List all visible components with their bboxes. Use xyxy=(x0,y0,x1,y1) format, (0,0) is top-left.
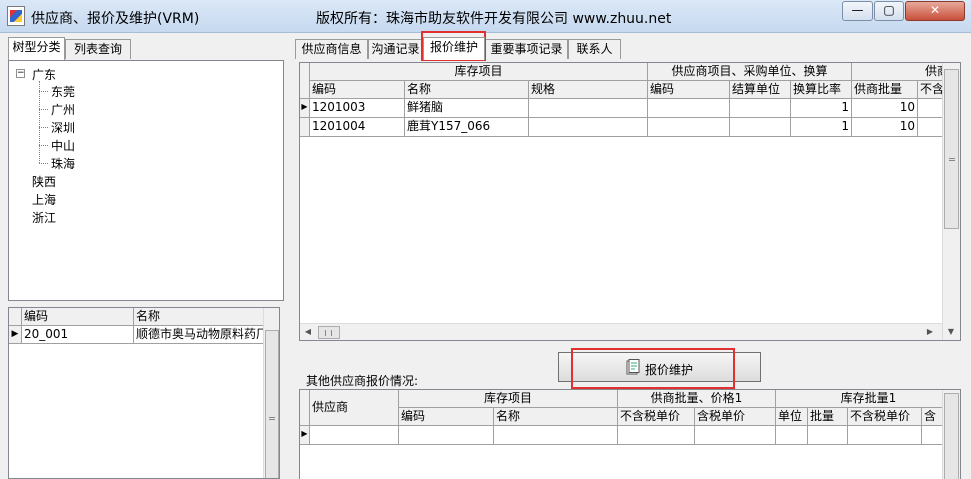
tree-node-zhuhai[interactable]: 珠海 xyxy=(51,155,75,172)
tab-contacts[interactable]: 联系人 xyxy=(568,39,621,59)
table-row-cell[interactable] xyxy=(848,426,922,445)
scroll-thumb[interactable] xyxy=(944,393,959,479)
column-header[interactable]: 名称 xyxy=(134,308,264,326)
table-row-cell[interactable] xyxy=(310,426,399,445)
table-row-cell[interactable] xyxy=(730,99,791,118)
table-row-cell[interactable] xyxy=(730,118,791,137)
column-header[interactable]: 名称 xyxy=(405,81,529,99)
scroll-thumb[interactable] xyxy=(318,326,340,339)
tree-node-zhongshan[interactable]: 中山 xyxy=(51,137,75,154)
tree-node-guangzhou[interactable]: 广州 xyxy=(51,101,75,118)
table-row-cell[interactable] xyxy=(529,118,648,137)
close-button[interactable]: ✕ xyxy=(905,1,965,21)
group-header: 库存批量1 xyxy=(776,390,960,408)
table-row-cell[interactable]: 10 xyxy=(852,118,918,137)
scroll-right-icon[interactable]: ▶ xyxy=(922,324,938,340)
table-row-cell[interactable]: 10 xyxy=(852,99,918,118)
table-row-cell[interactable] xyxy=(695,426,776,445)
title-bar: 供应商、报价及维护(VRM) 版权所有：珠海市助友软件开发有限公司 www.zh… xyxy=(0,0,971,33)
table-row-cell[interactable] xyxy=(648,118,730,137)
app-logo-icon xyxy=(7,6,25,26)
column-header[interactable]: 规格 xyxy=(529,81,648,99)
other-grid-vscrollbar[interactable] xyxy=(942,390,960,479)
other-suppliers-label: 其他供应商报价情况: xyxy=(306,374,419,388)
quote-grid-hscrollbar[interactable]: ◀ ▶ xyxy=(300,323,942,340)
tree-node-zhejiang[interactable]: 浙江 xyxy=(32,209,56,226)
scroll-left-icon[interactable]: ◀ xyxy=(300,324,316,340)
column-header[interactable]: 供应商 xyxy=(310,390,399,426)
group-header: 库存项目 xyxy=(399,390,618,408)
tab-tree-category[interactable]: 树型分类 xyxy=(8,37,65,60)
tree-node-shenzhen[interactable]: 深圳 xyxy=(51,119,75,136)
row-pointer-icon: ▶ xyxy=(9,326,22,344)
table-row-cell[interactable] xyxy=(618,426,695,445)
table-row-cell[interactable]: 1201004 xyxy=(310,118,405,137)
supplier-list-scrollbar[interactable] xyxy=(263,308,279,478)
other-suppliers-grid: 供应商 库存项目 供商批量、价格1 库存批量1 编码 名称 不含税单价 含税单价… xyxy=(299,389,961,479)
table-row-cell[interactable] xyxy=(808,426,848,445)
left-tabstrip: 树型分类 列表查询 xyxy=(8,37,288,60)
table-row-cell[interactable] xyxy=(494,426,618,445)
tab-supplier-info[interactable]: 供应商信息 xyxy=(295,39,368,59)
column-header[interactable]: 供商批量 xyxy=(852,81,918,99)
row-pointer-icon: ▶ xyxy=(300,426,310,445)
table-row-cell[interactable] xyxy=(648,99,730,118)
tree-node-guangdong[interactable]: 广东 xyxy=(32,66,56,83)
column-header[interactable]: 不含税单价 xyxy=(618,408,695,426)
row-pointer-icon: ▶ xyxy=(300,99,310,118)
column-header[interactable]: 批量 xyxy=(808,408,848,426)
tree-node-shanghai[interactable]: 上海 xyxy=(32,191,56,208)
table-row-cell[interactable]: 1 xyxy=(791,99,852,118)
tab-communication[interactable]: 沟通记录 xyxy=(368,39,423,59)
group-header: 供应商项目、采购单位、换算 xyxy=(648,63,852,81)
column-header[interactable]: 编码 xyxy=(22,308,134,326)
region-tree: − 广东 东莞 广州 深圳 中山 珠海 陕西 上海 浙江 xyxy=(8,60,284,301)
quote-grid: 库存项目 供应商项目、采购单位、换算 供商 编码 名称 规格 编码 结算单位 换… xyxy=(299,62,961,341)
window-title: 供应商、报价及维护(VRM) xyxy=(31,11,200,27)
minimize-button[interactable]: — xyxy=(842,1,873,21)
column-header[interactable]: 编码 xyxy=(648,81,730,99)
column-header[interactable]: 不含税单价 xyxy=(848,408,922,426)
supplier-list-grid: 编码 名称 ▶ 20_001 顺德市奥马动物原料药厂 xyxy=(8,307,280,479)
column-header[interactable]: 单位 xyxy=(776,408,808,426)
group-header: 供商 xyxy=(852,63,952,81)
column-header[interactable]: 编码 xyxy=(310,81,405,99)
app-window: 供应商、报价及维护(VRM) 版权所有：珠海市助友软件开发有限公司 www.zh… xyxy=(0,0,971,479)
quote-grid-vscrollbar[interactable]: ▼ xyxy=(942,63,960,340)
table-row-cell[interactable]: 1201003 xyxy=(310,99,405,118)
copyright-text: 版权所有：珠海市助友软件开发有限公司 www.zhuu.net xyxy=(316,11,672,27)
maximize-button[interactable]: ▢ xyxy=(874,1,904,21)
column-header[interactable]: 结算单位 xyxy=(730,81,791,99)
tab-quote-maintenance[interactable]: 报价维护 xyxy=(423,37,485,60)
tab-important-items[interactable]: 重要事项记录 xyxy=(485,39,568,59)
table-row-cell[interactable] xyxy=(776,426,808,445)
table-row-cell[interactable] xyxy=(399,426,494,445)
highlight-box xyxy=(571,348,735,389)
tree-node-shaanxi[interactable]: 陕西 xyxy=(32,173,56,190)
tab-list-query[interactable]: 列表查询 xyxy=(65,39,131,59)
right-tabstrip: 供应商信息 沟通记录 报价维护 重要事项记录 联系人 xyxy=(295,37,971,60)
table-row-cell[interactable]: 1 xyxy=(791,118,852,137)
group-header: 供商批量、价格1 xyxy=(618,390,776,408)
column-header[interactable]: 换算比率 xyxy=(791,81,852,99)
column-header[interactable]: 编码 xyxy=(399,408,494,426)
table-row-cell[interactable] xyxy=(529,99,648,118)
scroll-thumb[interactable] xyxy=(265,330,279,478)
tree-node-dongguan[interactable]: 东莞 xyxy=(51,83,75,100)
scroll-thumb[interactable] xyxy=(944,69,959,229)
column-header[interactable]: 含税单价 xyxy=(695,408,776,426)
collapse-icon[interactable]: − xyxy=(16,69,25,78)
table-row-cell[interactable]: 鲜猪脑 xyxy=(405,99,529,118)
scroll-down-icon[interactable]: ▼ xyxy=(943,324,959,340)
group-header: 库存项目 xyxy=(310,63,648,81)
table-row-cell[interactable]: 鹿茸Y157_066 xyxy=(405,118,529,137)
table-row-cell[interactable]: 顺德市奥马动物原料药厂 xyxy=(134,326,264,344)
column-header[interactable]: 名称 xyxy=(494,408,618,426)
table-row-cell[interactable]: 20_001 xyxy=(22,326,134,344)
